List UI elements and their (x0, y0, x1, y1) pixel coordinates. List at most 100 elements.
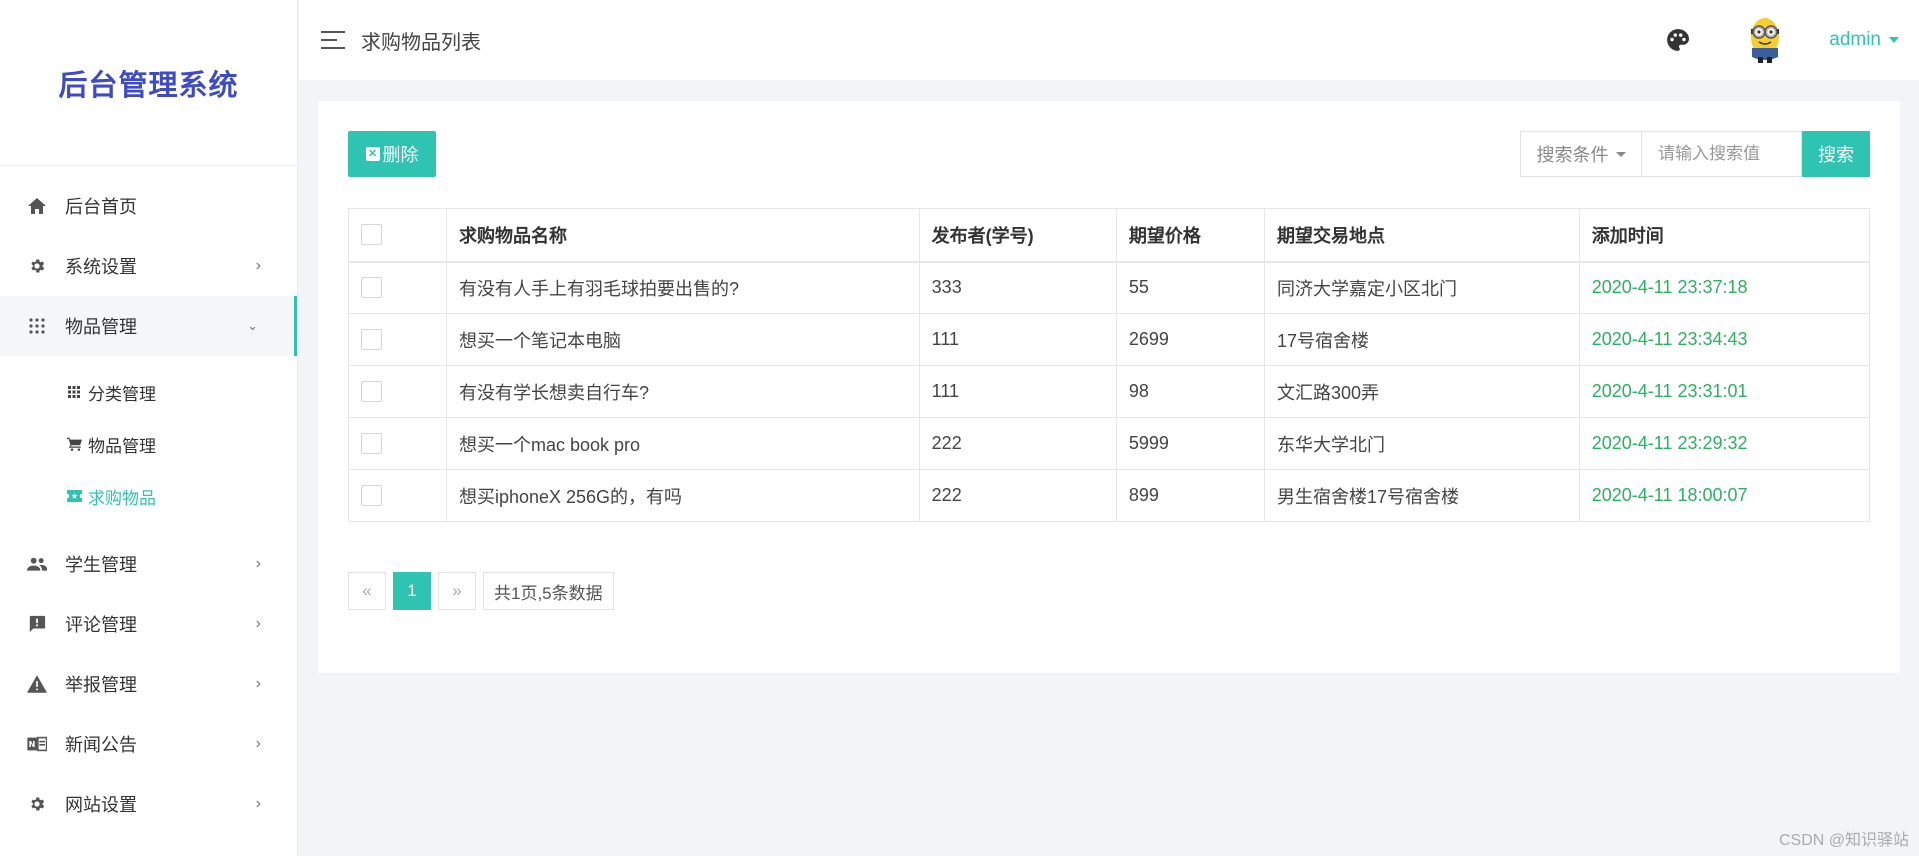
row-checkbox[interactable] (361, 277, 382, 299)
select-all-cell (348, 208, 447, 262)
brand-logo: 后台管理系统 (0, 0, 297, 166)
sidebar-item-label: 物品管理 (65, 317, 137, 337)
close-box-icon: ✕ (365, 147, 380, 161)
table-row[interactable]: 有没有学长想卖自行车? 111 98 文汇路300弄 2020-4-11 23:… (348, 365, 1871, 418)
search-bar: 搜索条件 搜索 (1520, 131, 1870, 177)
row-checkbox[interactable] (361, 485, 382, 506)
publisher-cell: 222 (918, 469, 1117, 522)
next-page-button[interactable]: » (438, 572, 476, 610)
sidebar-item-students[interactable]: 学生管理 › (0, 534, 297, 594)
sidebar-subitem-category[interactable]: 分类管理 (0, 366, 297, 418)
content-card: ✕ 删除 搜索条件 搜索 求购物品名称 发布者(学号) 期望价格 期望交易地点 … (318, 101, 1900, 673)
caret-down-icon (1615, 151, 1626, 157)
watermark: CSDN @知识驿站 (1778, 832, 1909, 849)
chevron-right-icon: › (255, 675, 261, 692)
column-header[interactable]: 求购物品名称 (445, 208, 920, 262)
time-cell: 2020-4-11 23:37:18 (1578, 261, 1871, 314)
chevron-right-icon: › (255, 795, 261, 812)
item-name-cell: 有没有学长想卖自行车? (445, 365, 920, 418)
price-cell: 2699 (1115, 313, 1266, 366)
caret-down-icon (1889, 37, 1899, 43)
price-cell: 899 (1115, 469, 1266, 522)
sidebar-item-label: 新闻公告 (65, 735, 137, 755)
column-header[interactable]: 期望价格 (1115, 208, 1266, 262)
time-cell: 2020-4-11 23:29:32 (1578, 417, 1871, 470)
chevron-right-icon: › (255, 735, 261, 752)
brand-title: 后台管理系统 (58, 69, 239, 102)
delete-button[interactable]: ✕ 删除 (348, 131, 436, 177)
price-cell: 55 (1115, 261, 1266, 314)
search-condition-select[interactable]: 搜索条件 (1520, 131, 1642, 177)
prev-page-button[interactable]: « (348, 572, 386, 610)
ticket-icon (66, 488, 82, 504)
sidebar-item-label: 学生管理 (65, 555, 137, 575)
sidebar-item-label: 后台首页 (65, 197, 137, 217)
sidebar-item-comments[interactable]: 评论管理 › (0, 594, 297, 654)
table-row[interactable]: 想买iphoneX 256G的，有吗 222 899 男生宿舍楼17号宿舍楼 2… (348, 469, 1871, 522)
sidebar-item-reports[interactable]: 举报管理 › (0, 654, 297, 714)
location-cell: 17号宿舍楼 (1264, 313, 1580, 366)
pagination-info: 共1页,5条数据 (483, 572, 614, 610)
item-name-cell: 有没有人手上有羽毛球拍要出售的? (445, 261, 920, 314)
grid-icon (26, 315, 48, 337)
pagination: « 1 » 共1页,5条数据 (348, 572, 621, 610)
item-name-cell: 想买iphoneX 256G的，有吗 (445, 469, 920, 522)
row-checkbox[interactable] (361, 381, 382, 402)
sidebar-subitem-goods[interactable]: 物品管理 (0, 418, 297, 470)
time-cell: 2020-4-11 23:31:01 (1578, 365, 1871, 418)
search-condition-label: 搜索条件 (1536, 145, 1609, 165)
location-cell: 东华大学北门 (1264, 417, 1580, 470)
sidebar-item-system-settings[interactable]: 系统设置 › (0, 236, 297, 296)
time-cell: 2020-4-11 18:00:07 (1578, 469, 1871, 522)
sidebar-subitem-wanted[interactable]: 求购物品 (0, 470, 297, 522)
avatar[interactable] (1745, 15, 1785, 65)
sidebar-subitem-label: 分类管理 (88, 384, 156, 404)
home-icon (26, 195, 48, 217)
row-checkbox[interactable] (361, 433, 382, 454)
publisher-cell: 111 (918, 313, 1117, 366)
chevron-right-icon: › (255, 615, 261, 632)
select-all-checkbox[interactable] (361, 224, 382, 246)
sidebar-item-label: 网站设置 (65, 795, 137, 815)
page-title: 求购物品列表 (361, 31, 481, 54)
column-header[interactable]: 期望交易地点 (1264, 208, 1580, 262)
sidebar: 后台管理系统 后台首页 系统设置 › 物品管理 ⌄ 分类管理 物品管理 求购物品… (0, 0, 298, 856)
table-row[interactable]: 想买一个mac book pro 222 5999 东华大学北门 2020-4-… (348, 417, 1871, 470)
wanted-items-table: 求购物品名称 发布者(学号) 期望价格 期望交易地点 添加时间 有没有人手上有羽… (348, 208, 1871, 522)
table-row[interactable]: 有没有人手上有羽毛球拍要出售的? 333 55 同济大学嘉定小区北门 2020-… (348, 261, 1871, 314)
search-input[interactable] (1642, 131, 1802, 177)
warning-icon (26, 673, 48, 695)
column-header[interactable]: 发布者(学号) (918, 208, 1117, 262)
submenu-goods: 分类管理 物品管理 求购物品 (0, 356, 297, 534)
price-cell: 98 (1115, 365, 1266, 418)
publisher-cell: 333 (918, 261, 1117, 314)
chevron-right-icon: › (255, 257, 261, 274)
sidebar-item-goods[interactable]: 物品管理 ⌄ (0, 296, 297, 356)
sidebar-item-label: 举报管理 (65, 675, 137, 695)
search-button[interactable]: 搜索 (1802, 131, 1870, 177)
grid-small-icon (66, 384, 82, 400)
menu-toggle-icon[interactable] (321, 31, 345, 49)
delete-button-label: 删除 (382, 145, 419, 165)
location-cell: 文汇路300弄 (1264, 365, 1580, 418)
palette-icon[interactable] (1665, 27, 1691, 53)
gear-icon (26, 255, 48, 277)
row-checkbox[interactable] (361, 329, 382, 350)
publisher-cell: 111 (918, 365, 1117, 418)
price-cell: 5999 (1115, 417, 1266, 470)
sidebar-item-site-settings[interactable]: 网站设置 › (0, 774, 297, 834)
table-row[interactable]: 想买一个笔记本电脑 111 2699 17号宿舍楼 2020-4-11 23:3… (348, 313, 1871, 366)
cart-icon (66, 436, 82, 452)
page-number-button[interactable]: 1 (393, 572, 431, 610)
sidebar-item-news[interactable]: N 新闻公告 › (0, 714, 297, 774)
sidebar-subitem-label: 物品管理 (88, 436, 156, 456)
sidebar-subitem-label: 求购物品 (88, 488, 156, 508)
item-name-cell: 想买一个mac book pro (445, 417, 920, 470)
user-menu[interactable]: admin (1829, 29, 1899, 51)
people-icon (26, 553, 48, 575)
sidebar-item-label: 评论管理 (65, 615, 137, 635)
username: admin (1829, 29, 1881, 50)
column-header[interactable]: 添加时间 (1578, 208, 1871, 262)
sidebar-item-home[interactable]: 后台首页 (0, 176, 297, 236)
publisher-cell: 222 (918, 417, 1117, 470)
